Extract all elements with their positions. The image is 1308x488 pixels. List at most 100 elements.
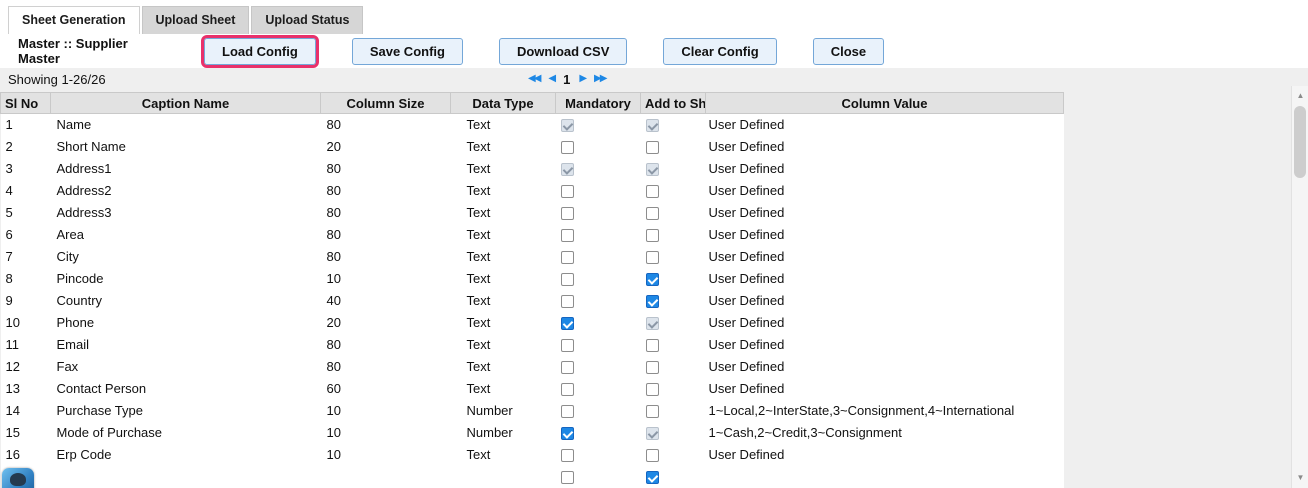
add-to-sheet-checkbox[interactable] [646, 449, 659, 462]
add-to-sheet-cell [641, 202, 706, 224]
caption-name-cell: Area [51, 224, 321, 246]
data-type-cell: Text [451, 158, 556, 180]
table-row: 4Address280TextUser Defined [1, 180, 1064, 202]
tab-upload-sheet[interactable]: Upload Sheet [142, 6, 250, 34]
scroll-down-icon[interactable]: ▼ [1292, 470, 1308, 486]
caption-name-cell: Address2 [51, 180, 321, 202]
sl-no-cell: 2 [1, 136, 51, 158]
add-to-sheet-checkbox[interactable] [646, 383, 659, 396]
add-to-sheet-checkbox[interactable] [646, 471, 659, 484]
table-row: 16Erp Code10TextUser Defined [1, 444, 1064, 466]
table-row: 12Fax80TextUser Defined [1, 356, 1064, 378]
add-to-sheet-cell [641, 400, 706, 422]
last-page-button[interactable]: ▶▶ [594, 70, 605, 88]
table-row: 9Country40TextUser Defined [1, 290, 1064, 312]
data-type-cell: Text [451, 114, 556, 136]
add-to-sheet-checkbox[interactable] [646, 295, 659, 308]
mandatory-cell [556, 268, 641, 290]
sl-no-cell: 8 [1, 268, 51, 290]
add-to-sheet-cell [641, 444, 706, 466]
add-to-sheet-cell [641, 422, 706, 444]
column-value-cell: User Defined [706, 114, 1064, 136]
tab-sheet-generation[interactable]: Sheet Generation [8, 6, 140, 34]
add-to-sheet-checkbox[interactable] [646, 141, 659, 154]
mandatory-checkbox[interactable] [561, 207, 574, 220]
mandatory-checkbox[interactable] [561, 383, 574, 396]
table-row: 10Phone20TextUser Defined [1, 312, 1064, 334]
add-to-sheet-cell [641, 312, 706, 334]
caption-name-cell: Contact Person [51, 378, 321, 400]
prev-page-button[interactable]: ◀ [548, 70, 554, 88]
column-value-cell: User Defined [706, 180, 1064, 202]
column-header-caption-name: Caption Name [51, 93, 321, 114]
table-header-row: Sl NoCaption NameColumn SizeData TypeMan… [1, 93, 1064, 114]
close-button[interactable]: Close [813, 38, 884, 65]
next-page-button[interactable]: ▶ [579, 70, 585, 88]
mandatory-checkbox[interactable] [561, 251, 574, 264]
data-type-cell: Text [451, 356, 556, 378]
add-to-sheet-checkbox[interactable] [646, 251, 659, 264]
add-to-sheet-checkbox[interactable] [646, 405, 659, 418]
add-to-sheet-checkbox [646, 163, 659, 176]
caption-name-cell: Country [51, 290, 321, 312]
column-value-cell: User Defined [706, 378, 1064, 400]
add-to-sheet-checkbox [646, 427, 659, 440]
column-value-cell: User Defined [706, 158, 1064, 180]
column-size-cell: 20 [321, 312, 451, 334]
add-to-sheet-checkbox[interactable] [646, 185, 659, 198]
add-to-sheet-checkbox[interactable] [646, 207, 659, 220]
mandatory-checkbox[interactable] [561, 229, 574, 242]
add-to-sheet-cell [641, 136, 706, 158]
mandatory-checkbox[interactable] [561, 471, 574, 484]
first-page-button[interactable]: ◀◀ [528, 70, 539, 88]
caption-name-cell: Purchase Type [51, 400, 321, 422]
mandatory-cell [556, 378, 641, 400]
scrollbar-thumb[interactable] [1294, 106, 1306, 178]
add-to-sheet-cell [641, 466, 706, 488]
add-to-sheet-cell [641, 246, 706, 268]
mandatory-checkbox[interactable] [561, 273, 574, 286]
mandatory-checkbox[interactable] [561, 361, 574, 374]
data-type-cell: Text [451, 378, 556, 400]
load-config-button[interactable]: Load Config [204, 38, 316, 65]
mandatory-checkbox[interactable] [561, 141, 574, 154]
sl-no-cell: 11 [1, 334, 51, 356]
vertical-scrollbar[interactable]: ▲ ▼ [1291, 86, 1308, 488]
caption-name-cell: Name [51, 114, 321, 136]
download-csv-button[interactable]: Download CSV [499, 38, 627, 65]
add-to-sheet-checkbox[interactable] [646, 361, 659, 374]
scroll-up-icon[interactable]: ▲ [1292, 88, 1308, 104]
column-header-mandatory: Mandatory [556, 93, 641, 114]
add-to-sheet-cell [641, 290, 706, 312]
add-to-sheet-cell [641, 158, 706, 180]
mandatory-checkbox[interactable] [561, 339, 574, 352]
mandatory-checkbox[interactable] [561, 185, 574, 198]
mandatory-checkbox[interactable] [561, 317, 574, 330]
mandatory-checkbox[interactable] [561, 405, 574, 418]
mandatory-cell [556, 224, 641, 246]
mandatory-checkbox[interactable] [561, 295, 574, 308]
data-type-cell [451, 466, 556, 488]
add-to-sheet-cell [641, 224, 706, 246]
data-type-cell: Text [451, 202, 556, 224]
tab-upload-status[interactable]: Upload Status [251, 6, 363, 34]
column-header-sl-no: Sl No [1, 93, 51, 114]
save-config-button[interactable]: Save Config [352, 38, 463, 65]
column-value-cell: 1~Cash,2~Credit,3~Consignment [706, 422, 1064, 444]
add-to-sheet-checkbox[interactable] [646, 339, 659, 352]
column-size-cell: 80 [321, 224, 451, 246]
table-row: 7City80TextUser Defined [1, 246, 1064, 268]
data-type-cell: Text [451, 180, 556, 202]
column-size-cell: 80 [321, 334, 451, 356]
mandatory-checkbox[interactable] [561, 449, 574, 462]
data-type-cell: Text [451, 312, 556, 334]
column-header-column-value: Column Value [706, 93, 1064, 114]
mandatory-checkbox[interactable] [561, 427, 574, 440]
clear-config-button[interactable]: Clear Config [663, 38, 776, 65]
table-row: 1Name80TextUser Defined [1, 114, 1064, 136]
add-to-sheet-checkbox[interactable] [646, 229, 659, 242]
column-size-cell: 80 [321, 158, 451, 180]
add-to-sheet-cell [641, 180, 706, 202]
add-to-sheet-checkbox[interactable] [646, 273, 659, 286]
add-to-sheet-cell [641, 114, 706, 136]
